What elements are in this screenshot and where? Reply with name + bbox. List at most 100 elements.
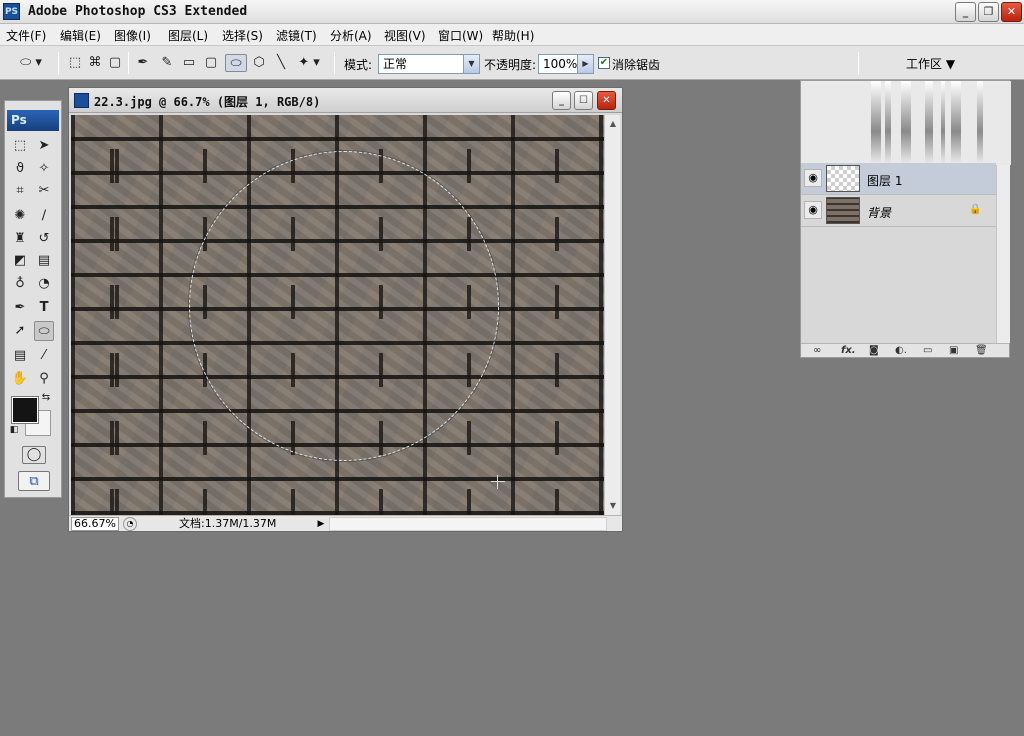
fill-pixels-icon[interactable]: ▢ <box>106 54 124 72</box>
rectangle-shape-icon[interactable]: ▭ <box>180 54 198 72</box>
menu-window[interactable]: 窗口(W) <box>438 27 483 44</box>
hand-tool-icon[interactable]: ✋ <box>10 369 30 389</box>
eraser-tool-icon[interactable]: ◩ <box>10 251 30 271</box>
horizontal-scrollbar[interactable] <box>329 517 607 531</box>
healing-brush-tool-icon[interactable]: ✺ <box>10 206 30 226</box>
layer-row[interactable]: ◉ 图层 1 <box>801 163 996 195</box>
history-brush-tool-icon[interactable]: ↺ <box>34 229 54 249</box>
elliptical-selection-marquee[interactable] <box>189 151 499 461</box>
layer-name: 背景 <box>867 206 892 220</box>
foreground-color-swatch[interactable] <box>11 396 39 424</box>
group-icon[interactable]: ▭ <box>923 344 932 358</box>
lock-icon: 🔒 <box>969 204 982 215</box>
delete-icon[interactable]: 🗑 <box>975 344 988 358</box>
polygon-icon[interactable]: ⬡ <box>250 54 268 72</box>
zoom-tool-icon[interactable]: ⚲ <box>34 369 54 389</box>
title-bar: PS Adobe Photoshop CS3 Extended _ ❐ ✕ <box>0 0 1024 24</box>
freeform-pen-icon[interactable]: ✎ <box>158 54 176 72</box>
workspace-label: 工作区 ▼ <box>906 57 956 71</box>
slice-tool-icon[interactable]: ✂ <box>34 181 54 201</box>
blur-tool-icon[interactable]: ♁ <box>10 274 30 294</box>
menu-select[interactable]: 选择(S) <box>222 27 263 44</box>
document-status-bar: 66.67% ◔ 文档:1.37M/1.37M ▶ <box>69 515 622 531</box>
menu-view[interactable]: 视图(V) <box>384 27 426 44</box>
type-tool-icon[interactable]: T <box>34 298 54 318</box>
new-layer-icon[interactable]: ▣ <box>949 344 958 358</box>
dodge-tool-icon[interactable]: ◔ <box>34 274 54 294</box>
eyedropper-tool-icon[interactable]: ⁄ <box>34 346 54 366</box>
ellipse-shape-icon[interactable]: ⬭ <box>225 54 247 72</box>
adjustment-icon[interactable]: ◐. <box>895 344 907 358</box>
layer-thumbnail <box>826 165 860 192</box>
doc-minimize-button[interactable]: _ <box>552 91 571 110</box>
chevron-down-icon: ▼ <box>463 55 479 73</box>
ellipse-shape-tool-icon[interactable]: ⬭ <box>34 321 54 341</box>
marquee-tool-icon[interactable]: ⬚ <box>10 136 30 156</box>
scroll-down-icon[interactable]: ▼ <box>606 499 620 513</box>
default-colors-icon[interactable]: ◧ <box>7 423 21 437</box>
rounded-rect-icon[interactable]: ▢ <box>202 54 220 72</box>
workspace-menu[interactable]: 工作区 ▼ <box>860 50 1010 74</box>
triangle-right-icon: ▶ <box>577 55 593 73</box>
tools-panel: Ps ⬚ ➤ ϑ ✧ ⌗ ✂ ✺ ∕ ♜ ↺ ◩ ▤ ♁ ◔ ✒ T ➚ ⬭ ▤… <box>4 100 62 498</box>
ellipse-tool-preset-icon[interactable]: ⬭ ▾ <box>14 54 48 72</box>
status-menu-arrow-icon[interactable]: ▶ <box>315 517 327 531</box>
notes-tool-icon[interactable]: ▤ <box>10 346 30 366</box>
document-title-bar[interactable]: 22.3.jpg @ 66.7% (图层 1, RGB/8) _ ☐ ✕ <box>69 88 622 113</box>
clone-stamp-tool-icon[interactable]: ♜ <box>10 229 30 249</box>
vertical-scrollbar[interactable]: ▲ ▼ <box>604 115 620 515</box>
menu-file[interactable]: 文件(F) <box>6 27 46 44</box>
doc-close-button[interactable]: ✕ <box>597 91 616 110</box>
brush-tool-icon[interactable]: ∕ <box>34 206 54 226</box>
move-tool-icon[interactable]: ➤ <box>34 136 54 156</box>
menu-bar: 文件(F) 编辑(E) 图像(I) 图层(L) 选择(S) 滤镜(T) 分析(A… <box>0 24 1024 46</box>
image-canvas[interactable] <box>71 115 604 515</box>
crosshair-cursor-icon <box>491 475 505 489</box>
antialias-checkbox[interactable]: ✔ <box>598 57 610 69</box>
layer-row[interactable]: ◉ 背景 🔒 <box>801 195 996 227</box>
lasso-tool-icon[interactable]: ϑ <box>10 159 30 179</box>
custom-shape-icon[interactable]: ✦ ▾ <box>294 54 324 72</box>
paths-icon[interactable]: ⌘ <box>86 54 104 72</box>
restore-button[interactable]: ❐ <box>978 2 999 22</box>
mode-select[interactable]: 正常 ▼ <box>378 54 480 74</box>
menu-edit[interactable]: 编辑(E) <box>60 27 101 44</box>
document-window: 22.3.jpg @ 66.7% (图层 1, RGB/8) _ ☐ ✕ ▲ ▼… <box>68 87 623 532</box>
menu-analysis[interactable]: 分析(A) <box>330 27 372 44</box>
zoom-field[interactable]: 66.67% <box>71 517 119 531</box>
shape-layers-icon[interactable]: ⬚ <box>66 54 84 72</box>
minimize-button[interactable]: _ <box>955 2 976 22</box>
quick-mask-icon[interactable]: ◯ <box>22 446 46 464</box>
mode-label: 模式: <box>344 58 373 72</box>
fx-icon[interactable]: fx. <box>841 344 856 358</box>
layer-thumbnail <box>826 197 860 224</box>
document-title: 22.3.jpg @ 66.7% (图层 1, RGB/8) <box>94 95 321 109</box>
document-icon <box>74 93 89 108</box>
opacity-input[interactable]: 100% ▶ <box>538 54 594 74</box>
line-icon[interactable]: ╲ <box>272 54 290 72</box>
link-icon[interactable]: ∞ <box>813 344 821 358</box>
path-selection-tool-icon[interactable]: ➚ <box>10 321 30 341</box>
swap-colors-icon[interactable]: ⇆ <box>39 391 53 405</box>
mask-icon[interactable]: ◙ <box>869 344 879 358</box>
doc-maximize-button[interactable]: ☐ <box>574 91 593 110</box>
layers-panel: ◉ 图层 1 ◉ 背景 🔒 ∞ fx. ◙ ◐. ▭ ▣ 🗑 <box>800 80 1011 358</box>
pen-icon[interactable]: ✒ <box>134 54 152 72</box>
menu-layer[interactable]: 图层(L) <box>168 27 208 44</box>
close-button[interactable]: ✕ <box>1001 2 1022 22</box>
scroll-up-icon[interactable]: ▲ <box>606 117 620 131</box>
gradient-tool-icon[interactable]: ▤ <box>34 251 54 271</box>
antialias-label: 消除锯齿 <box>612 58 661 72</box>
menu-help[interactable]: 帮助(H) <box>492 27 534 44</box>
layer-name: 图层 1 <box>867 174 903 188</box>
layers-scrollbar[interactable] <box>996 165 1010 343</box>
eye-icon[interactable]: ◉ <box>804 169 822 187</box>
eye-icon[interactable]: ◉ <box>804 201 822 219</box>
crop-tool-icon[interactable]: ⌗ <box>10 181 30 201</box>
zoom-options-icon[interactable]: ◔ <box>123 517 137 531</box>
menu-filter[interactable]: 滤镜(T) <box>276 27 317 44</box>
screen-mode-icon[interactable]: ⧉ <box>18 471 50 491</box>
menu-image[interactable]: 图像(I) <box>114 27 151 44</box>
magic-wand-tool-icon[interactable]: ✧ <box>34 159 54 179</box>
pen-tool-icon[interactable]: ✒ <box>10 298 30 318</box>
